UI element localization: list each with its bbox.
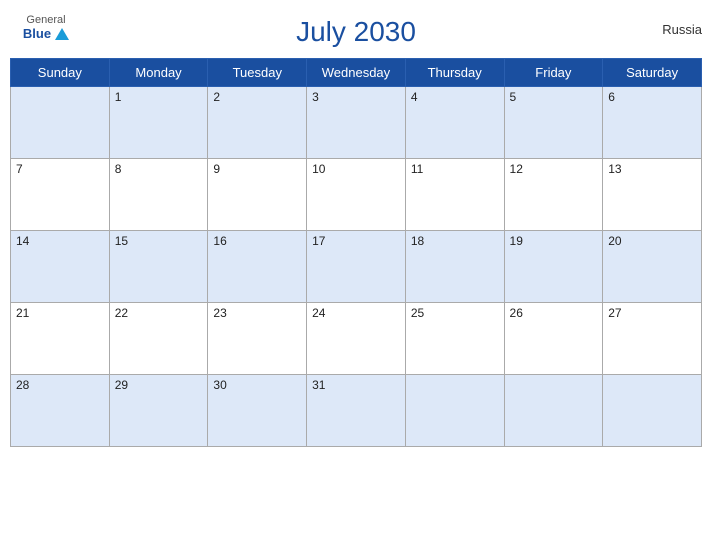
day-number: 11 xyxy=(411,162,423,176)
day-number: 26 xyxy=(510,306,523,320)
calendar-day-cell: 24 xyxy=(307,303,406,375)
calendar-day-cell: 1 xyxy=(109,87,208,159)
calendar-day-cell xyxy=(603,375,702,447)
country-label: Russia xyxy=(662,22,702,37)
calendar-day-cell: 30 xyxy=(208,375,307,447)
day-number: 30 xyxy=(213,378,226,392)
logo-blue-text: Blue xyxy=(23,26,69,41)
calendar-day-cell: 13 xyxy=(603,159,702,231)
calendar-day-cell: 25 xyxy=(405,303,504,375)
calendar-day-cell: 22 xyxy=(109,303,208,375)
day-number: 19 xyxy=(510,234,523,248)
calendar-day-cell: 23 xyxy=(208,303,307,375)
day-number: 15 xyxy=(115,234,128,248)
calendar-day-cell: 2 xyxy=(208,87,307,159)
calendar-header: General Blue July 2030 Russia xyxy=(10,10,702,52)
day-number: 20 xyxy=(608,234,621,248)
day-number: 31 xyxy=(312,378,325,392)
calendar-day-cell: 21 xyxy=(11,303,110,375)
calendar-day-cell xyxy=(405,375,504,447)
day-number: 17 xyxy=(312,234,325,248)
day-number: 16 xyxy=(213,234,226,248)
day-number: 22 xyxy=(115,306,128,320)
day-number: 29 xyxy=(115,378,128,392)
calendar-day-cell: 16 xyxy=(208,231,307,303)
day-number: 14 xyxy=(16,234,29,248)
logo-triangle-icon xyxy=(55,28,69,40)
calendar-day-cell: 8 xyxy=(109,159,208,231)
calendar-day-cell: 31 xyxy=(307,375,406,447)
day-number: 5 xyxy=(510,90,517,104)
day-number: 8 xyxy=(115,162,122,176)
calendar-day-cell xyxy=(504,375,603,447)
day-number: 3 xyxy=(312,90,319,104)
day-number: 27 xyxy=(608,306,621,320)
day-number: 18 xyxy=(411,234,424,248)
calendar-day-cell: 12 xyxy=(504,159,603,231)
day-header-wednesday: Wednesday xyxy=(307,59,406,87)
calendar-table: SundayMondayTuesdayWednesdayThursdayFrid… xyxy=(10,58,702,447)
calendar-day-cell: 19 xyxy=(504,231,603,303)
calendar-week-row: 7 8 9 10 11 12 13 xyxy=(11,159,702,231)
calendar-day-cell: 20 xyxy=(603,231,702,303)
calendar-day-cell: 3 xyxy=(307,87,406,159)
day-number: 2 xyxy=(213,90,220,104)
day-number: 24 xyxy=(312,306,325,320)
day-number: 12 xyxy=(510,162,523,176)
calendar-day-cell: 9 xyxy=(208,159,307,231)
day-number: 1 xyxy=(115,90,122,104)
calendar-week-row: 21 22 23 24 25 26 27 xyxy=(11,303,702,375)
day-header-friday: Friday xyxy=(504,59,603,87)
day-header-thursday: Thursday xyxy=(405,59,504,87)
logo-general-text: General xyxy=(26,14,65,26)
day-header-sunday: Sunday xyxy=(11,59,110,87)
calendar-day-cell: 26 xyxy=(504,303,603,375)
day-number: 25 xyxy=(411,306,424,320)
day-header-tuesday: Tuesday xyxy=(208,59,307,87)
calendar-day-cell: 4 xyxy=(405,87,504,159)
day-header-saturday: Saturday xyxy=(603,59,702,87)
calendar-day-cell: 28 xyxy=(11,375,110,447)
calendar-day-cell: 6 xyxy=(603,87,702,159)
calendar-week-row: 1 2 3 4 5 6 xyxy=(11,87,702,159)
day-number: 10 xyxy=(312,162,325,176)
calendar-day-cell: 7 xyxy=(11,159,110,231)
calendar-day-cell: 29 xyxy=(109,375,208,447)
day-number: 6 xyxy=(608,90,615,104)
day-number: 21 xyxy=(16,306,29,320)
calendar-day-cell: 14 xyxy=(11,231,110,303)
calendar-day-cell: 15 xyxy=(109,231,208,303)
day-number: 28 xyxy=(16,378,29,392)
calendar-day-cell: 17 xyxy=(307,231,406,303)
logo: General Blue xyxy=(10,14,82,41)
calendar-day-cell: 27 xyxy=(603,303,702,375)
day-number: 7 xyxy=(16,162,23,176)
day-number: 9 xyxy=(213,162,220,176)
day-number: 4 xyxy=(411,90,418,104)
page-title: July 2030 xyxy=(296,16,416,48)
calendar-day-cell: 10 xyxy=(307,159,406,231)
calendar-day-cell: 11 xyxy=(405,159,504,231)
calendar-day-cell: 5 xyxy=(504,87,603,159)
day-header-monday: Monday xyxy=(109,59,208,87)
day-number: 13 xyxy=(608,162,621,176)
day-number: 23 xyxy=(213,306,226,320)
day-headers-row: SundayMondayTuesdayWednesdayThursdayFrid… xyxy=(11,59,702,87)
calendar-week-row: 14 15 16 17 18 19 20 xyxy=(11,231,702,303)
calendar-day-cell: 18 xyxy=(405,231,504,303)
calendar-week-row: 28 29 30 31 xyxy=(11,375,702,447)
calendar-day-cell xyxy=(11,87,110,159)
